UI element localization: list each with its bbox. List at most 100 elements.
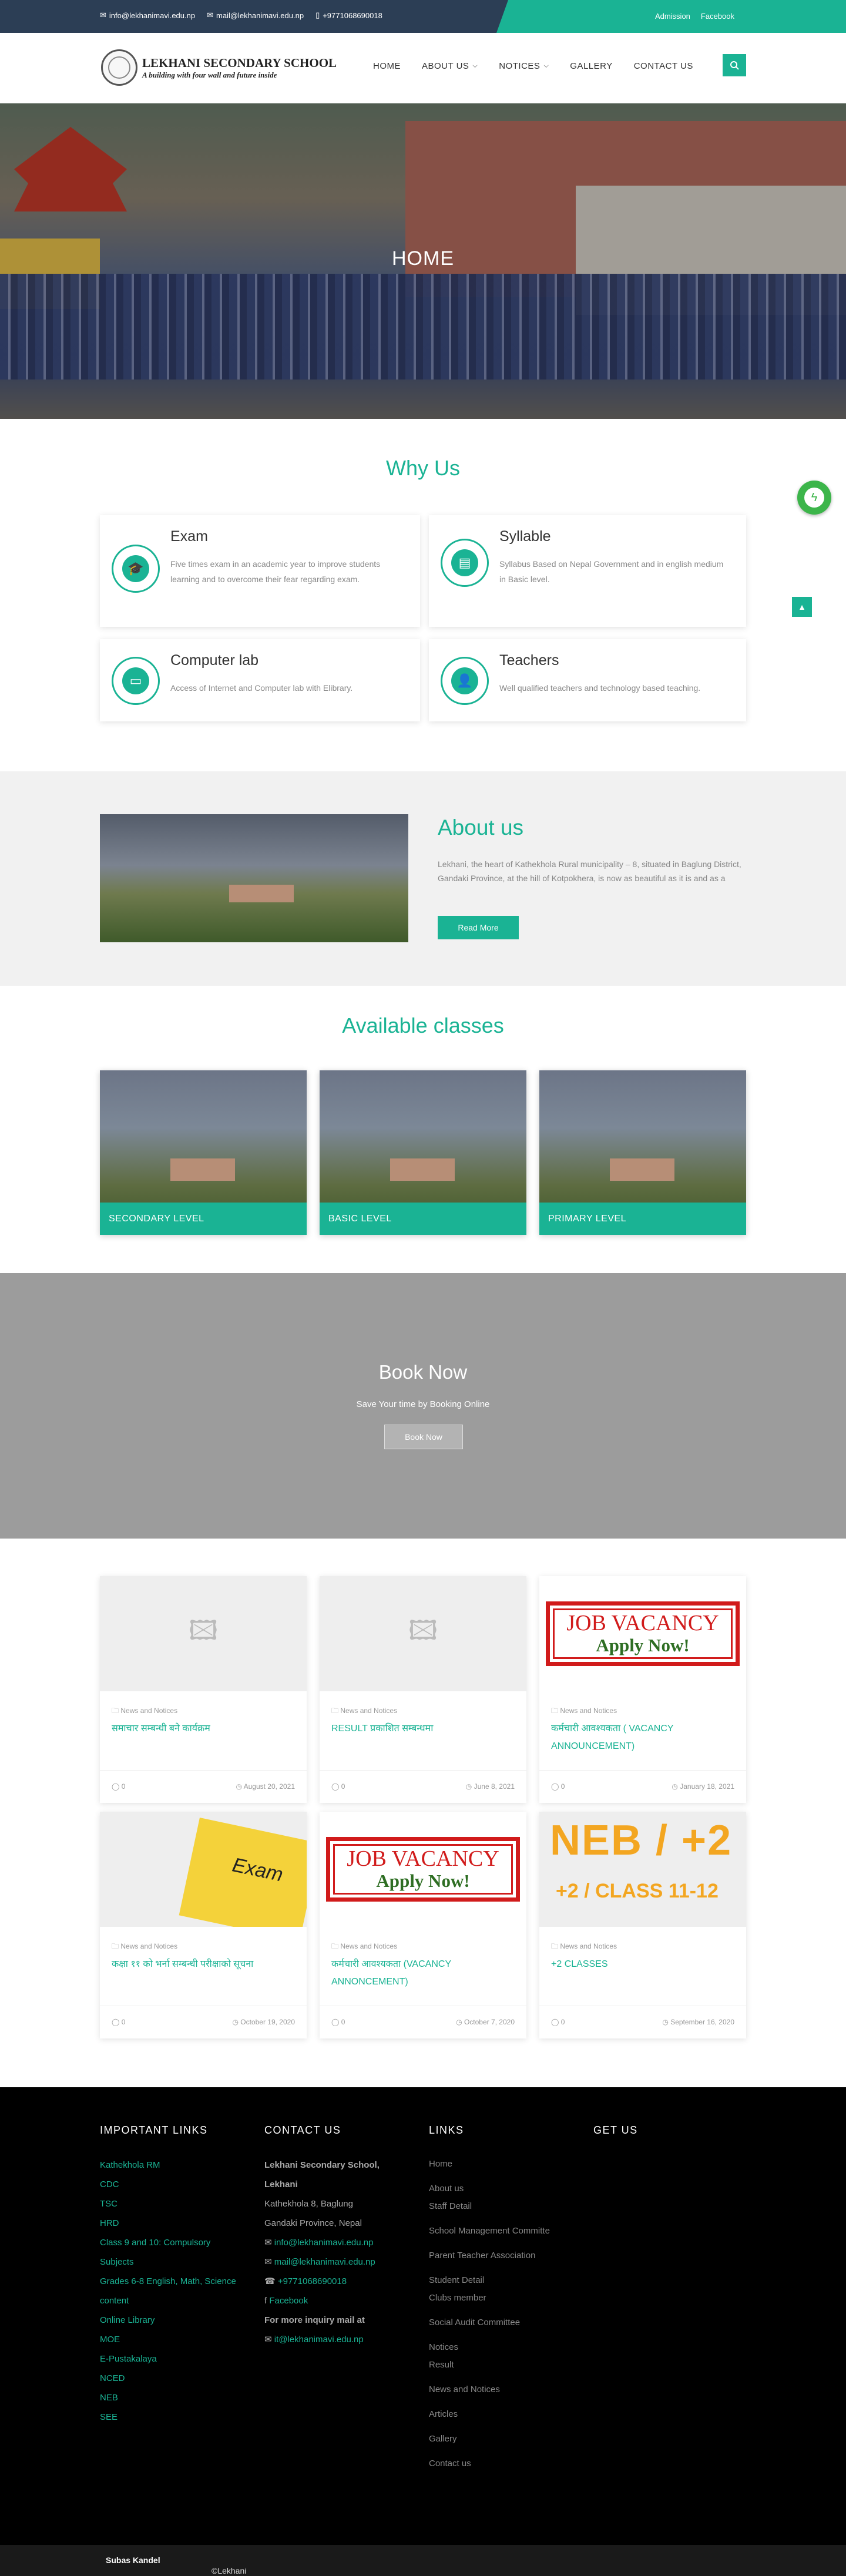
- news-title[interactable]: +2 CLASSES: [551, 1956, 734, 1973]
- menu-notices[interactable]: NOTICES ⌵: [488, 61, 559, 71]
- news-date: ◷ August 20, 2021: [236, 1782, 295, 1791]
- important-link[interactable]: Kathekhola RM: [100, 2155, 258, 2175]
- contact-name: Lekhani Secondary School,: [264, 2160, 380, 2170]
- important-link[interactable]: NCED: [100, 2369, 258, 2388]
- class-card-secondary[interactable]: SECONDARY LEVEL: [100, 1070, 307, 1235]
- clock-icon: ◷: [236, 1782, 242, 1791]
- envelope-icon: ✉: [264, 2257, 274, 2267]
- important-link[interactable]: HRD: [100, 2214, 258, 2233]
- news-card[interactable]: JOB VACANCY Apply Now! 🗀 News and Notices…: [320, 1812, 526, 2038]
- why-card-text: Five times exam in an academic year to i…: [170, 559, 381, 584]
- class-label: PRIMARY LEVEL: [539, 1203, 746, 1235]
- footer-link[interactable]: Home: [429, 2155, 582, 2173]
- footer-link[interactable]: Student Detail: [429, 2272, 582, 2289]
- envelope-icon: ✉: [207, 11, 213, 19]
- class-label: BASIC LEVEL: [320, 1203, 526, 1235]
- contact-name-2: Lekhani: [264, 2179, 298, 2189]
- read-more-button[interactable]: Read More: [438, 916, 519, 939]
- main-nav: LEKHANI SECONDARY SCHOOL A building with…: [0, 33, 846, 103]
- important-link[interactable]: MOE: [100, 2330, 258, 2349]
- contact-email-2[interactable]: ✉ mail@lekhanimavi.edu.np: [264, 2252, 411, 2272]
- top-email-2[interactable]: ✉ mail@lekhanimavi.edu.np: [207, 11, 304, 20]
- footer-link[interactable]: Articles: [429, 2406, 582, 2423]
- news-title[interactable]: कक्षा ११ को भर्ना सम्बन्धी परीक्षाको सूच…: [112, 1956, 295, 1973]
- footer-link[interactable]: Parent Teacher Association: [429, 2247, 582, 2265]
- contact-phone[interactable]: ☎ +9771068690018: [264, 2272, 411, 2291]
- news-date: ◷ September 16, 2020: [662, 2018, 734, 2026]
- top-bar: ✉ info@lekhanimavi.edu.np ✉ mail@lekhanima…: [0, 0, 846, 33]
- news-card[interactable]: Exam 🗀 News and Notices कक्षा ११ को भर्न…: [100, 1812, 307, 2038]
- messenger-button[interactable]: ϟ: [797, 481, 831, 515]
- news-date: ◷ October 7, 2020: [456, 2018, 515, 2026]
- contact-address-2: Gandaki Province, Nepal: [264, 2218, 362, 2228]
- why-card-title: Teachers: [499, 652, 559, 669]
- comment-count: ◯ 0: [112, 1782, 126, 1791]
- footer-link[interactable]: Notices: [429, 2339, 582, 2356]
- top-email-1[interactable]: ✉ info@lekhanimavi.edu.np: [100, 11, 195, 20]
- book-subtitle: Save Your time by Booking Online: [356, 1399, 490, 1409]
- why-card-text: Syllabus Based on Nepal Government and i…: [499, 559, 724, 584]
- news-title[interactable]: कर्मचारी आवश्यकता (VACANCY ANNONCEMENT): [331, 1956, 515, 1991]
- why-us-title: Why Us: [386, 456, 460, 480]
- about-image: [100, 814, 408, 942]
- book-title: Book Now: [378, 1361, 468, 1383]
- important-link[interactable]: Grades 6-8 English, Math, Science: [100, 2272, 258, 2291]
- footer-link[interactable]: Staff Detail: [429, 2198, 582, 2215]
- news-title[interactable]: समाचार सम्बन्धी बने कार्यक्रम: [112, 1720, 295, 1738]
- news-date: ◷ January 18, 2021: [672, 1782, 734, 1791]
- author-link[interactable]: Subas Kandel: [106, 2555, 160, 2565]
- menu-about[interactable]: ABOUT US ⌵: [411, 61, 488, 71]
- facebook-link[interactable]: Facebook: [701, 12, 734, 21]
- class-card-primary[interactable]: PRIMARY LEVEL: [539, 1070, 746, 1235]
- important-link[interactable]: CDC: [100, 2175, 258, 2194]
- scroll-to-top-button[interactable]: ▲: [792, 597, 812, 617]
- footer-link[interactable]: About us: [429, 2180, 582, 2198]
- contact-facebook[interactable]: f Facebook: [264, 2291, 411, 2310]
- important-link[interactable]: TSC: [100, 2194, 258, 2214]
- top-phone[interactable]: ▯ +9771068690018: [315, 11, 382, 20]
- comment-icon: ◯: [331, 1782, 340, 1791]
- footer-link[interactable]: Clubs member: [429, 2289, 582, 2307]
- footer-link[interactable]: Gallery: [429, 2430, 582, 2448]
- important-link[interactable]: Class 9 and 10: Compulsory: [100, 2233, 258, 2252]
- class-label: SECONDARY LEVEL: [100, 1203, 307, 1235]
- folder-icon: 🗀: [331, 1707, 339, 1715]
- footer-link[interactable]: School Management Committe: [429, 2222, 582, 2240]
- news-card[interactable]: NEB / +2 +2 / CLASS 11-12 🗀 News and Noti…: [539, 1812, 746, 2038]
- footer-link[interactable]: Result: [429, 2356, 582, 2374]
- important-link[interactable]: Subjects: [100, 2252, 258, 2272]
- important-link[interactable]: Online Library: [100, 2310, 258, 2330]
- comment-count: ◯ 0: [112, 2018, 126, 2026]
- why-card-title: Computer lab: [170, 652, 259, 669]
- folder-icon: 🗀: [112, 1942, 119, 1950]
- news-category: 🗀 News and Notices: [551, 1707, 617, 1715]
- news-card[interactable]: 🖾 🗀 News and Notices RESULT प्रकाशित सम्…: [320, 1576, 526, 1803]
- admission-link[interactable]: Admission: [655, 12, 690, 21]
- important-link[interactable]: E-Pustakalaya: [100, 2349, 258, 2369]
- search-button[interactable]: [723, 54, 746, 76]
- class-card-basic[interactable]: BASIC LEVEL: [320, 1070, 526, 1235]
- menu-gallery[interactable]: GALLERY: [559, 61, 623, 71]
- contact-email-1[interactable]: ✉ info@lekhanimavi.edu.np: [264, 2233, 411, 2252]
- news-title[interactable]: कर्मचारी आवश्यकता ( VACANCY ANNOUNCEMENT…: [551, 1720, 734, 1755]
- news-card[interactable]: 🖾 🗀 News and Notices समाचार सम्बन्धी बने…: [100, 1576, 307, 1803]
- footer-link[interactable]: News and Notices: [429, 2381, 582, 2399]
- important-link[interactable]: SEE: [100, 2407, 258, 2427]
- site-logo[interactable]: LEKHANI SECONDARY SCHOOL A building with…: [101, 49, 337, 86]
- menu-home[interactable]: HOME: [362, 61, 411, 71]
- footer-link[interactable]: Social Audit Committee: [429, 2314, 582, 2332]
- footer-link[interactable]: Contact us: [429, 2455, 582, 2473]
- important-link[interactable]: NEB: [100, 2388, 258, 2407]
- important-link[interactable]: content: [100, 2291, 258, 2310]
- news-category: 🗀 News and Notices: [551, 1942, 617, 1950]
- book-now-button[interactable]: Book Now: [384, 1425, 463, 1449]
- news-card[interactable]: JOB VACANCY Apply Now! 🗀 News and Notices…: [539, 1576, 746, 1803]
- menu-contact[interactable]: CONTACT US: [623, 61, 704, 71]
- footer-heading: LINKS: [429, 2124, 464, 2136]
- news-title[interactable]: RESULT प्रकाशित सम्बन्धमा: [331, 1720, 515, 1738]
- contact-more-email[interactable]: ✉ it@lekhanimavi.edu.np: [264, 2330, 411, 2349]
- main-menu: HOME ABOUT US ⌵ NOTICES ⌵ GALLERY CONTACT …: [362, 61, 704, 71]
- comment-count: ◯ 0: [331, 1782, 345, 1791]
- school-seal-icon: [101, 49, 137, 86]
- comment-icon: ◯: [551, 1782, 559, 1791]
